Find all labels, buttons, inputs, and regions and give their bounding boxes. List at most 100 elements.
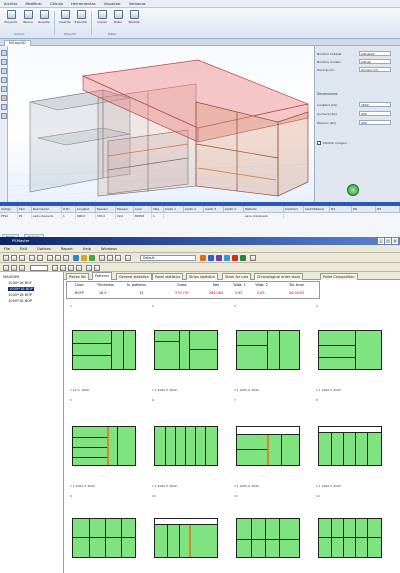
tree-root[interactable]: MAGENM <box>3 275 19 279</box>
cutting-pattern-4[interactable] <box>318 330 382 370</box>
pan-tool-icon[interactable] <box>1 68 7 74</box>
tab-pallet-composition[interactable]: Pallet Composition <box>320 273 358 280</box>
cutting-pattern-1[interactable] <box>72 330 136 370</box>
maximize-button[interactable]: □ <box>385 238 391 244</box>
table-cell[interactable]: P2 <box>18 213 32 219</box>
zoom-in-icon[interactable] <box>99 255 105 261</box>
prop-description-field[interactable]: Armario 23 <box>359 67 391 72</box>
cutting-pattern-3[interactable] <box>236 330 300 370</box>
table-header[interactable]: Canto 4 <box>224 206 244 213</box>
tab-stock-for-cuts[interactable]: Stock for cuts <box>222 273 252 280</box>
zoom-tool-icon[interactable] <box>1 59 7 65</box>
first-page-icon[interactable] <box>52 265 58 271</box>
table-cell[interactable]: 1 <box>152 213 164 219</box>
cut-icon[interactable] <box>47 255 53 261</box>
last-page-icon[interactable] <box>76 265 82 271</box>
cutting-pattern-9[interactable] <box>72 518 136 558</box>
rotate-view-icon[interactable] <box>1 77 7 83</box>
menu-item-ventanas[interactable]: Ventanas <box>129 2 146 6</box>
tab-patterns[interactable]: Patterns <box>92 272 112 280</box>
settings-icon[interactable] <box>240 255 246 261</box>
table-header[interactable]: M3 <box>376 206 400 213</box>
ribbon-button-proyecto[interactable]: Proyecto <box>3 10 19 24</box>
preview-icon[interactable] <box>37 255 43 261</box>
tab-panel-statistics[interactable]: Panel statistics <box>152 273 184 280</box>
cutting-pattern-6[interactable] <box>154 426 218 466</box>
fit-icon[interactable] <box>115 255 121 261</box>
label-print-icon[interactable] <box>94 265 100 271</box>
table-header[interactable]: Longitud <box>76 206 96 213</box>
table-header[interactable]: M1 <box>330 206 352 213</box>
help-icon[interactable] <box>250 255 256 261</box>
print-pattern-icon[interactable] <box>86 265 92 271</box>
report-icon[interactable] <box>216 255 222 261</box>
view-list-icon[interactable] <box>3 265 9 271</box>
table-header[interactable]: Material <box>244 206 284 213</box>
cutting-patterns-grid[interactable]: 1 2 3 4 x 12 0, 1000 x 1 1000 X 3040 x 1… <box>64 300 400 573</box>
ribbon-button-exportar[interactable]: Exportar <box>73 10 89 24</box>
table-header[interactable]: Espesor <box>96 206 116 213</box>
table-cell[interactable]: 1 <box>62 213 76 219</box>
table-header[interactable]: Canto 2 <box>184 206 204 213</box>
table-cell[interactable]: PTSA <box>0 213 18 219</box>
close-button[interactable]: × <box>392 238 398 244</box>
open-icon[interactable] <box>11 255 17 261</box>
zoom-out-icon[interactable] <box>107 255 113 261</box>
cutting-pattern-12[interactable] <box>318 518 382 558</box>
table-cell[interactable]: 900.0 <box>76 213 96 219</box>
page-field[interactable] <box>30 265 48 271</box>
menu-item-modificar[interactable]: Modificar <box>25 2 42 6</box>
ribbon-button-medida[interactable]: Medida <box>126 10 142 24</box>
next-page-icon[interactable] <box>68 265 74 271</box>
table-header[interactable]: M2 <box>352 206 376 213</box>
table-header[interactable]: Canto 1 <box>164 206 184 213</box>
cutting-pattern-10[interactable] <box>154 518 218 558</box>
table-header[interactable]: Cant.Material <box>304 206 330 213</box>
table-header[interactable]: Veta <box>152 206 164 213</box>
tab-chronological-order-stock[interactable]: Chronological order stock <box>254 273 304 280</box>
table-header[interactable]: Tipo <box>18 206 32 213</box>
menu-item-visualizar[interactable]: Visualizar <box>104 2 121 6</box>
minimize-button[interactable]: _ <box>378 238 384 244</box>
tab-strips-statistics[interactable]: Strips statistics <box>186 273 218 280</box>
run-icon[interactable] <box>89 255 95 261</box>
grid-icon[interactable] <box>1 113 7 119</box>
grid-icon[interactable] <box>125 255 131 261</box>
select-tool-icon[interactable] <box>1 50 7 56</box>
layers-icon[interactable] <box>1 104 7 110</box>
table-cell[interactable]: BOP16 <box>134 213 152 219</box>
view-grid-icon[interactable] <box>11 265 17 271</box>
prev-page-icon[interactable] <box>60 265 66 271</box>
labels-icon[interactable] <box>224 255 230 261</box>
table-header[interactable]: Canto 3 <box>204 206 224 213</box>
tree-item[interactable]: 1000*18 BOP <box>8 293 32 297</box>
cutting-pattern-5[interactable] <box>72 426 136 466</box>
table-header[interactable]: Código <box>0 206 18 213</box>
menu-item-herramientas[interactable]: Herramientas <box>71 2 95 6</box>
optimize-icon[interactable] <box>73 255 79 261</box>
prop-model-name-field[interactable]: AltCab <box>359 59 391 64</box>
table-header[interactable]: Z-Pic <box>62 206 76 213</box>
table-cell[interactable]: Lado izquierdo <box>32 213 62 219</box>
tree-item[interactable]: 1000*18 BOP <box>8 299 32 303</box>
tree-item[interactable]: 1000*18 BOF <box>8 281 32 285</box>
thickness-field[interactable]: 600 <box>359 120 391 125</box>
tab-pieces-list[interactable]: Pieces list <box>66 273 89 280</box>
cutting-pattern-2[interactable] <box>154 330 218 370</box>
ribbon-button-insertar[interactable]: Insertar <box>57 10 73 24</box>
width-field[interactable]: 900 <box>359 111 391 116</box>
tab-general-statistics[interactable]: General statistics <box>116 273 152 280</box>
ribbon-button-guardar[interactable]: Guardar <box>36 10 52 24</box>
menu-item-calculo[interactable]: Cálculo <box>50 2 63 6</box>
show-image-checkbox[interactable] <box>317 141 321 145</box>
export-icon[interactable] <box>208 255 214 261</box>
table-cell[interactable]: Laca, blanquedo <box>244 213 284 219</box>
table-header[interactable]: Espesor <box>116 206 134 213</box>
table-cell[interactable]: 19.0 <box>116 213 134 219</box>
copy-icon[interactable] <box>55 255 61 261</box>
menu-item-options[interactable]: Options <box>37 247 51 251</box>
new-icon[interactable] <box>3 255 9 261</box>
paste-icon[interactable] <box>63 255 69 261</box>
view-detail-icon[interactable] <box>19 265 25 271</box>
warning-icon[interactable] <box>81 255 87 261</box>
